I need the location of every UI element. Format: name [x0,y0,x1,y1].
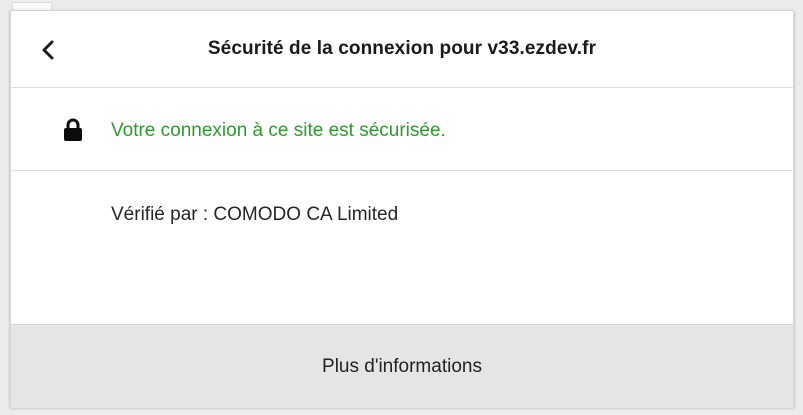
certificate-info: Vérifié par : COMODO CA Limited [11,172,793,324]
back-button[interactable] [33,35,63,65]
panel-tab-edge [12,2,52,10]
panel-header: Sécurité de la connexion pour v33.ezdev.… [11,11,793,88]
more-info-button[interactable]: Plus d'informations [11,324,793,408]
connection-status-row: Votre connexion à ce site est sécurisée. [11,89,793,171]
connection-status-text: Votre connexion à ce site est sécurisée. [111,120,446,141]
connection-security-panel: Sécurité de la connexion pour v33.ezdev.… [10,10,794,408]
verified-by-text: Vérifié par : COMODO CA Limited [111,204,399,225]
more-info-label: Plus d'informations [322,355,482,377]
chevron-left-icon [42,40,54,60]
lock-icon [64,118,82,141]
panel-title: Sécurité de la connexion pour v33.ezdev.… [207,38,597,59]
